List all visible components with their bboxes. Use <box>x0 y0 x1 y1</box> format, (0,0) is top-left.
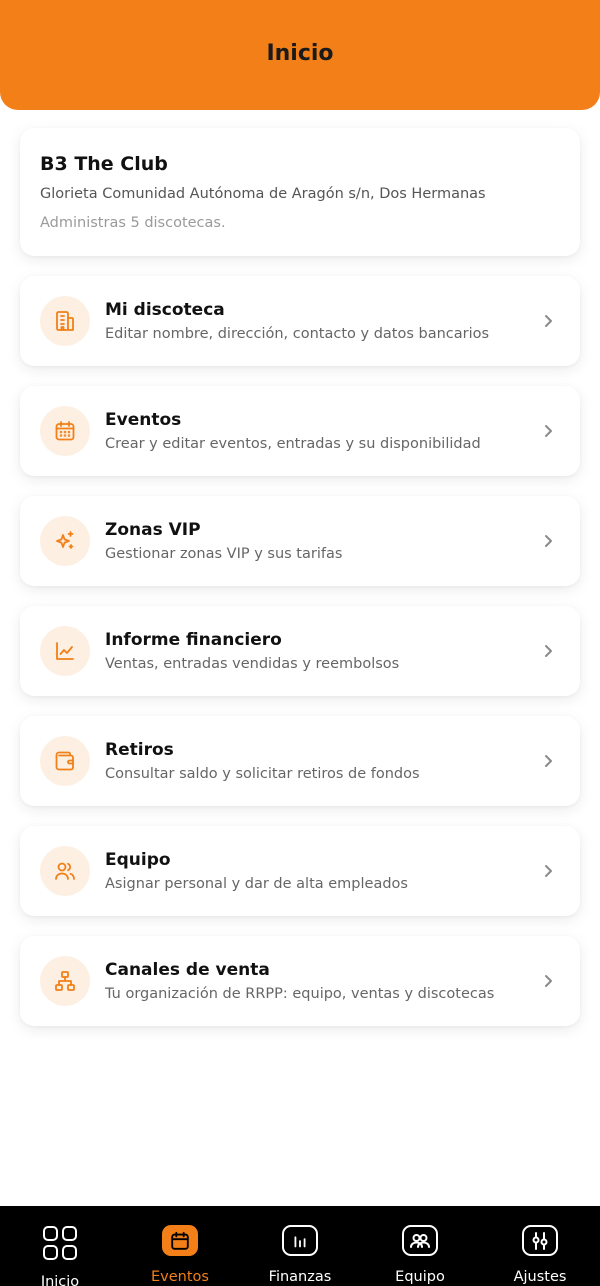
menu-item-retiros[interactable]: Retiros Consultar saldo y solicitar reti… <box>20 716 580 806</box>
nav-item-finanzas[interactable]: Finanzas <box>240 1206 360 1286</box>
menu-item-title: Zonas VIP <box>105 519 201 540</box>
nav-label: Ajustes <box>513 1269 567 1285</box>
nav-item-ajustes[interactable]: Ajustes <box>480 1206 600 1286</box>
nav-label: Finanzas <box>268 1269 332 1285</box>
bottom-nav: Inicio Eventos Finanzas Equipo Ajustes <box>0 1206 600 1286</box>
users-icon <box>40 846 90 896</box>
chevron-right-icon <box>536 749 560 773</box>
menu-item-mi-discoteca[interactable]: Mi discoteca Editar nombre, dirección, c… <box>20 276 580 366</box>
menu-item-title: Retiros <box>105 739 174 760</box>
network-icon <box>40 956 90 1006</box>
menu-item-title: Mi discoteca <box>105 299 225 320</box>
venue-name: B3 The Club <box>40 153 168 175</box>
nav-item-equipo[interactable]: Equipo <box>360 1206 480 1286</box>
nav-label: Eventos <box>151 1269 209 1285</box>
building-icon <box>40 296 90 346</box>
calendar-icon <box>40 406 90 456</box>
menu-item-canales-de-venta[interactable]: Canales de venta Tu organización de RRPP… <box>20 936 580 1026</box>
grid-icon <box>42 1225 78 1261</box>
menu-item-informe-financiero[interactable]: Informe financiero Ventas, entradas vend… <box>20 606 580 696</box>
menu-item-subtitle: Gestionar zonas VIP y sus tarifas <box>105 545 343 562</box>
menu-item-subtitle: Ventas, entradas vendidas y reembolsos <box>105 655 400 672</box>
bar-chart-icon <box>282 1225 318 1256</box>
menu-item-subtitle: Asignar personal y dar de alta empleados <box>105 875 408 892</box>
chevron-right-icon <box>536 639 560 663</box>
menu-item-subtitle: Consultar saldo y solicitar retiros de f… <box>105 765 420 782</box>
menu-item-equipo[interactable]: Equipo Asignar personal y dar de alta em… <box>20 826 580 916</box>
page-title: Inicio <box>266 40 334 66</box>
wallet-icon <box>40 736 90 786</box>
nav-label: Equipo <box>395 1269 445 1285</box>
sliders-icon <box>522 1225 558 1256</box>
calendar-icon <box>162 1225 198 1256</box>
nav-item-inicio[interactable]: Inicio <box>0 1206 120 1286</box>
chevron-right-icon <box>536 309 560 333</box>
chevron-right-icon <box>536 969 560 993</box>
venue-card[interactable]: B3 The Club Glorieta Comunidad Autónoma … <box>20 128 580 256</box>
chevron-right-icon <box>536 529 560 553</box>
nav-label: Inicio <box>40 1274 80 1286</box>
menu-item-eventos[interactable]: Eventos Crear y editar eventos, entradas… <box>20 386 580 476</box>
menu-item-title: Informe financiero <box>105 629 282 650</box>
venue-managed-count: Administras 5 discotecas. <box>40 215 226 231</box>
app-header: Inicio <box>0 0 600 110</box>
users-icon <box>402 1225 438 1256</box>
menu-item-title: Equipo <box>105 849 171 870</box>
chevron-right-icon <box>536 859 560 883</box>
menu-item-title: Canales de venta <box>105 959 270 980</box>
sparkles-icon <box>40 516 90 566</box>
menu-item-zonas-vip[interactable]: Zonas VIP Gestionar zonas VIP y sus tari… <box>20 496 580 586</box>
menu-item-subtitle: Editar nombre, dirección, contacto y dat… <box>105 325 490 342</box>
menu-item-subtitle: Crear y editar eventos, entradas y su di… <box>105 435 481 452</box>
menu-item-subtitle: Tu organización de RRPP: equipo, ventas … <box>105 985 495 1002</box>
venue-address: Glorieta Comunidad Autónoma de Aragón s/… <box>40 186 486 202</box>
line-chart-icon <box>40 626 90 676</box>
chevron-right-icon <box>536 419 560 443</box>
nav-item-eventos[interactable]: Eventos <box>120 1206 240 1286</box>
menu-item-title: Eventos <box>105 409 182 430</box>
